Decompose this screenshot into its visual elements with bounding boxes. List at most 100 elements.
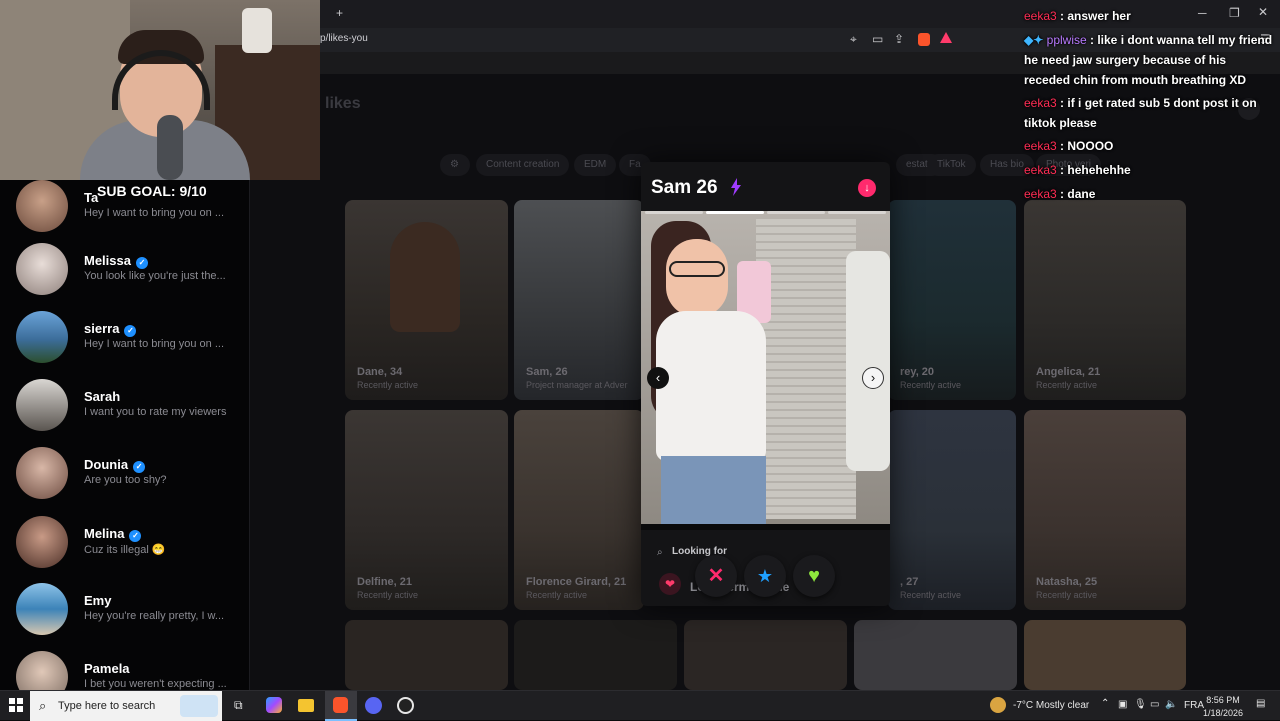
conversation-item[interactable]: Dounia ✓ Are you too shy? (16, 447, 246, 503)
obs-icon[interactable] (397, 697, 414, 714)
microphone-tray-icon[interactable]: 🎙 (1134, 699, 1147, 710)
profile-card-name: Dane, 34 (357, 366, 403, 378)
volume-icon[interactable]: 🔈 (1165, 699, 1177, 710)
taskbar-search-box[interactable]: ⌕ Type here to search (30, 691, 222, 721)
windows-taskbar: ⌕ Type here to search ⧉ -7°C Mostly clea… (0, 690, 1280, 721)
profile-card[interactable] (514, 620, 677, 690)
chat-username: eeka3 (1024, 139, 1057, 153)
photo-glasses (669, 261, 725, 277)
brave-shields-icon[interactable] (918, 33, 930, 46)
conversation-preview: You look like you're just the... (84, 270, 226, 282)
share-icon[interactable]: ⇪ (894, 32, 904, 46)
cast-icon[interactable]: ▭ (872, 32, 883, 46)
profile-card[interactable]: , 27 Recently active (888, 410, 1016, 610)
profile-card-name: Angelica, 21 (1036, 366, 1101, 378)
photo-progress-segment (645, 211, 703, 214)
nope-button[interactable]: ✕ (695, 555, 737, 597)
photo-progress-segment (828, 211, 886, 214)
webcam-container (242, 8, 272, 53)
microphone-icon (157, 115, 183, 180)
chat-message: ◆✦ pplwise : like i dont wanna tell my f… (1024, 33, 1273, 87)
brave-rewards-icon[interactable] (940, 32, 952, 43)
chat-text: if i get rated sub 5 dont post it on tik… (1024, 96, 1257, 130)
photo-progress-segment-active (706, 211, 764, 214)
conversation-preview: Hey I want to bring you on ... (84, 207, 225, 219)
profile-card-name: , 27 (900, 576, 919, 588)
chat-username: eeka3 (1024, 9, 1057, 23)
file-explorer-icon[interactable] (298, 699, 314, 712)
conversation-item[interactable]: Emy Hey you're really pretty, I w... (16, 583, 246, 639)
heart-eyes-icon: ❤ (659, 573, 681, 595)
new-tab-button[interactable]: + (336, 6, 343, 20)
task-view-icon[interactable]: ⧉ (234, 698, 243, 713)
windows-start-icon[interactable] (9, 698, 23, 712)
profile-card-status: Recently active (900, 590, 962, 600)
clock-date[interactable]: 1/18/2026 (1202, 708, 1244, 718)
chat-message: eeka3 : hehehehhe (1024, 163, 1131, 177)
profile-card[interactable]: Angelica, 21 Recently active (1024, 200, 1186, 400)
weather-text[interactable]: -7°C Mostly clear (1013, 700, 1089, 711)
discord-icon[interactable] (365, 697, 382, 714)
like-button[interactable]: ♥ (793, 555, 835, 597)
chat-username: pplwise (1046, 33, 1087, 47)
conversation-item[interactable]: Melina ✓ Cuz its illegal 😁 (16, 516, 246, 572)
weather-icon (990, 697, 1006, 713)
profile-card-name: Delfine, 21 (357, 576, 413, 588)
avatar (16, 243, 68, 295)
location-icon[interactable]: ⌖ (850, 32, 857, 47)
avatar (16, 180, 68, 232)
profile-card-status: Recently active (357, 380, 419, 390)
profile-card[interactable] (854, 620, 1017, 690)
url-text[interactable]: p/likes-you (320, 33, 368, 44)
profile-card[interactable] (1024, 620, 1186, 690)
profile-card[interactable]: Sam, 26 Project manager at Adver (514, 200, 644, 400)
clock-time[interactable]: 8:56 PM (1205, 695, 1241, 705)
conversation-item[interactable]: Sarah I want you to rate my viewers (16, 379, 246, 435)
profile-photo[interactable]: ‹ › (641, 211, 890, 524)
profile-card[interactable] (684, 620, 847, 690)
copilot-icon[interactable] (266, 697, 282, 713)
search-highlight-icon (180, 695, 218, 717)
conversation-name: Dounia ✓ (84, 457, 146, 473)
profile-card[interactable]: Natasha, 25 Recently active (1024, 410, 1186, 610)
profile-card-status: Recently active (1036, 590, 1098, 600)
filter-chip[interactable]: TikTok (927, 154, 976, 176)
photo-top (656, 311, 766, 461)
language-indicator[interactable]: FRA (1184, 700, 1204, 711)
boost-lightning-icon (731, 178, 741, 196)
profile-card[interactable]: rey, 20 Recently active (888, 200, 1016, 400)
profile-card-name: rey, 20 (900, 366, 935, 378)
brave-taskbar-button[interactable] (325, 691, 357, 721)
tray-chevron-icon[interactable]: ⌃ (1101, 698, 1109, 709)
profile-card[interactable]: Florence Girard, 21 Recently active (514, 410, 644, 610)
meet-now-icon[interactable]: ▣ (1118, 699, 1127, 710)
profile-card-status: Recently active (357, 590, 419, 600)
conversation-item[interactable]: Melissa ✓ You look like you're just the..… (16, 243, 246, 299)
profile-card[interactable]: Dane, 34 Recently active (345, 200, 508, 400)
chat-text: NOOOO (1067, 139, 1114, 153)
next-photo-icon[interactable]: › (862, 367, 884, 389)
conversation-name: Melina ✓ (84, 526, 142, 542)
matches-sidebar: Ta Hey I want to bring you on ... Meliss… (0, 180, 250, 703)
network-icon[interactable]: ▭ (1150, 699, 1159, 710)
search-placeholder: Type here to search (58, 700, 156, 712)
filter-chip[interactable]: Content creation (476, 154, 570, 176)
search-icon: ⌕ (39, 698, 47, 713)
conversation-item[interactable]: sierra ✓ Hey I want to bring you on ... (16, 311, 246, 367)
brave-icon (333, 697, 348, 713)
filter-options-icon[interactable]: ⚙ (440, 154, 470, 176)
conversation-preview: Hey you're really pretty, I w... (84, 610, 225, 622)
profile-card[interactable] (345, 620, 508, 690)
profile-card[interactable]: Delfine, 21 Recently active (345, 410, 508, 610)
chat-text: answer her (1067, 9, 1131, 23)
filter-chip[interactable]: EDM (574, 154, 617, 176)
avatar (16, 379, 68, 431)
notification-icon[interactable]: ▤ (1256, 698, 1265, 709)
super-like-button[interactable]: ★ (744, 555, 786, 597)
previous-photo-icon[interactable]: ‹ (647, 367, 669, 389)
chat-text: dane (1067, 187, 1096, 201)
close-profile-icon[interactable]: ↓ (858, 179, 876, 197)
conversation-name: Pamela (84, 661, 130, 676)
verified-badge-icon: ✓ (135, 257, 148, 269)
conversation-name: sierra ✓ (84, 321, 137, 337)
